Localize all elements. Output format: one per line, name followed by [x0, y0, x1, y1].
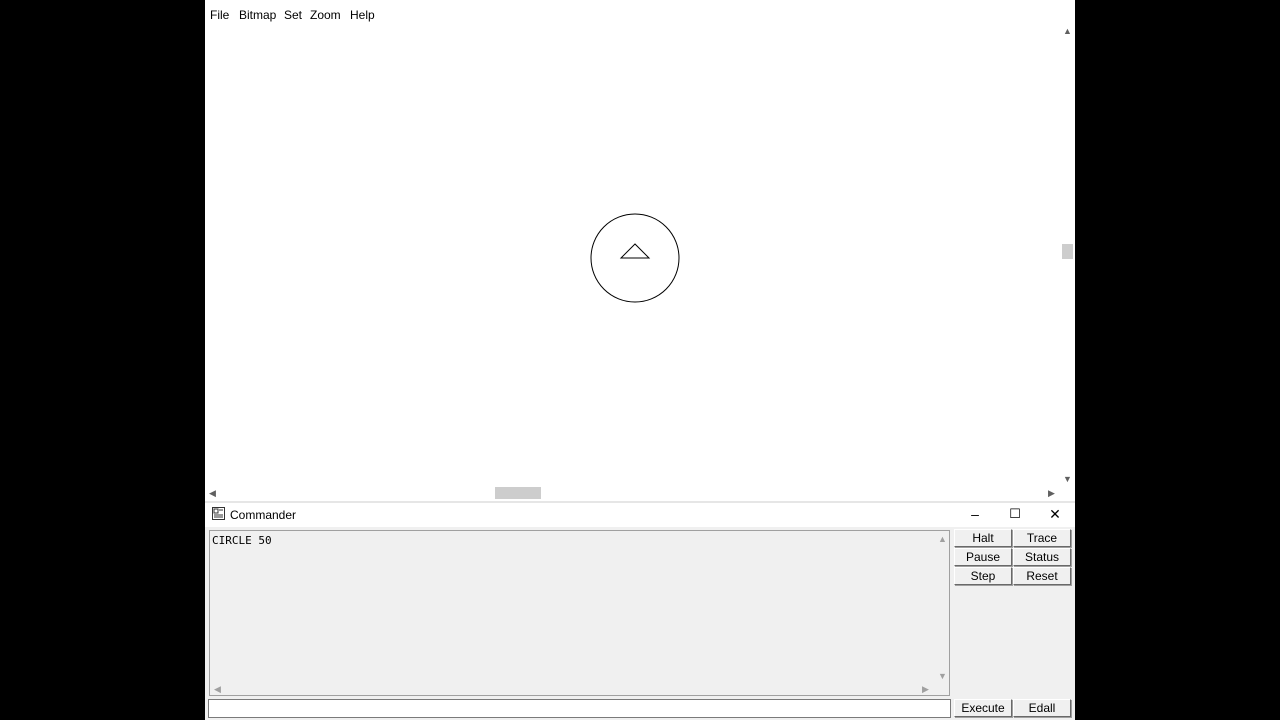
reset-button[interactable]: Reset	[1013, 567, 1071, 585]
vertical-scroll-thumb[interactable]	[1062, 244, 1073, 259]
execute-button[interactable]: Execute	[954, 699, 1012, 717]
edall-button[interactable]: Edall	[1013, 699, 1071, 717]
trace-button[interactable]: Trace	[1013, 529, 1071, 547]
scroll-left-icon[interactable]: ◀	[209, 488, 216, 498]
output-history: CIRCLE 50	[212, 534, 272, 547]
horizontal-scroll-thumb[interactable]	[495, 487, 541, 499]
step-button[interactable]: Step	[954, 567, 1012, 585]
drawing-canvas[interactable]	[205, 22, 1075, 500]
menu-help[interactable]: Help	[350, 8, 375, 22]
status-button[interactable]: Status	[1013, 548, 1071, 566]
output-vertical-scrollbar[interactable]: ▲ ▼	[935, 531, 949, 695]
menu-set[interactable]: Set	[284, 8, 302, 22]
pause-button[interactable]: Pause	[954, 548, 1012, 566]
scroll-down-icon[interactable]: ▼	[1063, 474, 1072, 484]
canvas-vertical-scrollbar[interactable]: ▲ ▼	[1060, 22, 1075, 486]
commander-titlebar[interactable]: Commander – ☐ ✕	[205, 503, 1075, 527]
output-scroll-left-icon[interactable]: ◀	[214, 684, 221, 694]
logo-app-window: File Bitmap Set Zoom Help ▲ ▼ ◀ ▶ Comman…	[205, 0, 1075, 720]
commander-output-box[interactable]: CIRCLE 50 ▲ ▼ ◀ ▶	[209, 530, 950, 696]
output-horizontal-scrollbar[interactable]: ◀ ▶	[210, 683, 935, 695]
menu-file[interactable]: File	[210, 8, 229, 22]
output-scroll-up-icon[interactable]: ▲	[938, 534, 947, 544]
maximize-icon[interactable]: ☐	[995, 503, 1035, 525]
commander-title: Commander	[230, 508, 297, 522]
scroll-up-icon[interactable]: ▲	[1063, 26, 1072, 36]
close-icon[interactable]: ✕	[1035, 503, 1075, 525]
menu-bitmap[interactable]: Bitmap	[239, 8, 276, 22]
halt-button[interactable]: Halt	[954, 529, 1012, 547]
output-scroll-right-icon[interactable]: ▶	[922, 684, 929, 694]
menu-zoom[interactable]: Zoom	[310, 8, 341, 22]
turtle-graphics	[590, 213, 680, 303]
commander-window: Commander – ☐ ✕ CIRCLE 50 ▲ ▼ ◀ ▶ Halt T…	[205, 503, 1075, 720]
minimize-icon[interactable]: –	[955, 503, 995, 525]
commander-window-icon	[212, 507, 225, 520]
scroll-right-icon[interactable]: ▶	[1048, 488, 1055, 498]
output-scroll-down-icon[interactable]: ▼	[938, 671, 947, 681]
canvas-horizontal-scrollbar[interactable]: ◀ ▶	[205, 486, 1060, 501]
turtle-icon	[619, 243, 651, 259]
size-grip[interactable]	[1060, 486, 1075, 501]
command-input[interactable]	[208, 699, 951, 718]
